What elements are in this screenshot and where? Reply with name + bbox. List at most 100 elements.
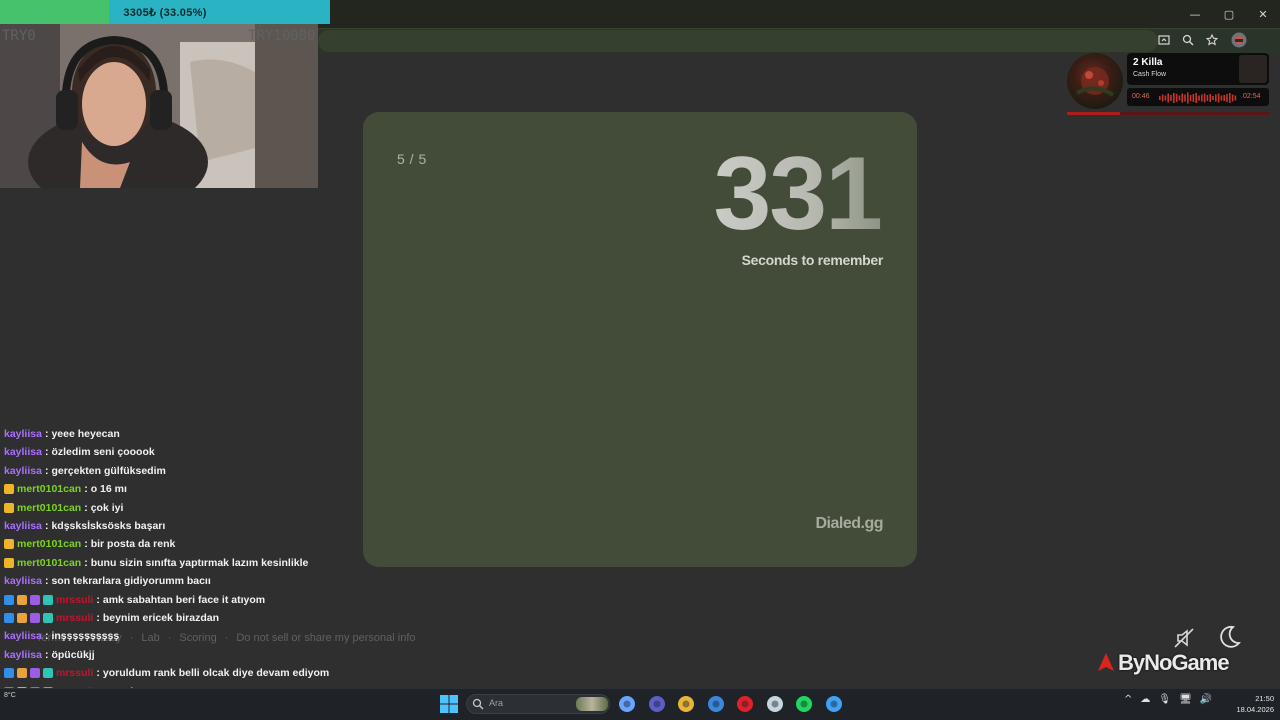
track-progress-bar: [1067, 112, 1269, 115]
chat-text: bir posta da renk: [90, 538, 176, 551]
waveform-bar: [1234, 95, 1237, 101]
files-icon[interactable]: [676, 694, 696, 714]
chat-message: kayliisa: yeee heyecan: [4, 428, 120, 440]
microphone-icon[interactable]: 🎙: [1158, 694, 1171, 705]
copilot-icon[interactable]: [617, 694, 637, 714]
track-artist: Cash Flow: [1133, 71, 1167, 78]
bynogame-logo: ByNoGame: [1096, 650, 1230, 676]
maximize-button[interactable]: ▢: [1212, 0, 1246, 28]
round-counter: 5 / 5: [397, 151, 427, 167]
waveform-bar: [1167, 93, 1169, 103]
system-tray: ^ ☁ 🎙 🖥 🔊: [1124, 694, 1212, 705]
opera-icon[interactable]: [735, 694, 755, 714]
waveform-bar: [1170, 95, 1172, 101]
chat-message: mert0101can: bunu sizin sınıfta yaptırmak…: [4, 554, 308, 572]
address-bar[interactable]: [318, 30, 1158, 52]
waveform-bar: [1192, 94, 1195, 102]
chat-username[interactable]: mrssuli: [56, 594, 93, 606]
waveform-bar: [1187, 92, 1189, 104]
chat-text: son tekrarlara gidiyorumm bacıı: [51, 575, 211, 588]
steam-icon[interactable]: [765, 694, 785, 714]
weather-widget[interactable]: 8°C: [4, 692, 16, 699]
donation-goal-text: 3305₺ (33.05%): [123, 6, 207, 19]
chat-username[interactable]: mert0101can: [17, 538, 81, 550]
waveform-bar: [1212, 96, 1214, 100]
chat-username[interactable]: kayliisa: [4, 630, 42, 642]
chat-username[interactable]: kayliisa: [4, 649, 42, 661]
taskbar-clock[interactable]: 21:50 18.04.2026: [1226, 693, 1274, 715]
waveform-bar: [1178, 95, 1181, 101]
waveform-bar: [1173, 93, 1175, 103]
toolbar-icons: [1156, 31, 1250, 49]
close-button[interactable]: ✕: [1246, 0, 1280, 28]
clock-time: 21:50: [1255, 694, 1274, 703]
sub-badge-icon: [17, 668, 27, 679]
chat-username[interactable]: kayliisa: [4, 446, 42, 458]
minimize-button[interactable]: —: [1178, 0, 1212, 28]
chat-message: mert0101can: bir posta da renk: [4, 535, 175, 553]
timer-number: 331: [713, 136, 883, 252]
footer-link-lab[interactable]: Lab: [141, 632, 159, 644]
album-art: [1067, 53, 1123, 109]
todo-icon[interactable]: [706, 694, 726, 714]
now-playing-widget: 2 Killa Cash Flow 00:46 02:54: [1067, 53, 1269, 119]
chat-username[interactable]: mrssuli: [56, 612, 93, 624]
chat-username[interactable]: mert0101can: [17, 502, 81, 514]
chat-message: mert0101can: çok iyi: [4, 499, 123, 517]
track-progress-fill: [1067, 112, 1120, 115]
chat-username[interactable]: mert0101can: [17, 483, 81, 495]
profile-avatar[interactable]: [1228, 31, 1250, 49]
chat-message: kayliisa: inşşşşşşşşşş: [4, 630, 120, 643]
waveform-bar: [1175, 94, 1178, 102]
chat-text: özledim seni çooook: [51, 446, 155, 459]
bynogame-mark-icon: [1098, 653, 1114, 671]
waveform-bar: [1184, 94, 1186, 102]
windows-icon: [440, 695, 458, 713]
chat-text: bunu sizin sınıfta yaptırmak lazım kesin…: [90, 556, 309, 569]
taskbar: [0, 688, 1280, 720]
audio-waveform: [1159, 91, 1239, 109]
bynogame-wordmark: ByNoGame: [1118, 650, 1230, 675]
chat-username[interactable]: kayliisa: [4, 520, 42, 532]
window-controls: — ▢ ✕: [1178, 0, 1280, 28]
chat-username[interactable]: kayliisa: [4, 465, 42, 477]
chat-text: yeee heyecan: [51, 428, 120, 440]
waveform-bar: [1161, 94, 1164, 102]
bookmark-star-icon[interactable]: [1204, 31, 1220, 49]
goal-max-label: TRY10000: [248, 28, 316, 44]
chat-text: öpücükjj: [51, 648, 95, 661]
volume-icon[interactable]: 🔊: [1200, 694, 1212, 705]
chat-username[interactable]: kayliisa: [4, 575, 42, 587]
chat-message: kayliisa: gerçekten gülfüksedim: [4, 464, 166, 477]
cast-icon[interactable]: [1156, 31, 1172, 49]
tray-overflow-icon[interactable]: ^: [1124, 694, 1132, 705]
waveform-bar: [1223, 95, 1225, 101]
chat-username[interactable]: kayliisa: [4, 428, 42, 440]
start-button[interactable]: [439, 694, 459, 714]
waveform-bar: [1229, 93, 1231, 103]
chat-text: inşşşşşşşşşş: [51, 630, 120, 643]
bits-badge-icon: [43, 613, 53, 623]
chat-message: mrssuli: yoruldum rank belli olcak diye d…: [4, 664, 329, 682]
chrome-icon[interactable]: [824, 694, 844, 714]
spotify-icon[interactable]: [794, 694, 814, 714]
track-elapsed: 00:46: [1132, 93, 1150, 100]
chat-username[interactable]: mrssuli: [56, 667, 93, 679]
chat-text: çok iyi: [90, 501, 124, 514]
chat-username[interactable]: mert0101can: [17, 557, 81, 569]
footer-link-do-not-sell[interactable]: Do not sell or share my personal info: [236, 632, 415, 644]
mod-badge-icon: [4, 668, 14, 679]
footer-link-scoring[interactable]: Scoring: [179, 632, 216, 644]
chat-message: mert0101can: o 16 mı: [4, 480, 127, 498]
waveform-bar: [1215, 94, 1217, 102]
teams-icon[interactable]: [647, 694, 667, 714]
network-icon[interactable]: 🖥: [1179, 694, 1192, 705]
webcam-feed: [0, 22, 318, 188]
bits-badge-icon: [43, 594, 53, 605]
donation-goal-bar: 3305₺ (33.05%): [0, 0, 330, 24]
search-highlight-image: [576, 697, 608, 711]
zoom-icon[interactable]: [1180, 31, 1196, 49]
bits-badge-icon: [43, 668, 53, 679]
onedrive-icon[interactable]: ☁: [1140, 694, 1150, 705]
chat-text: kdşsksİsksösks başarı: [51, 520, 166, 532]
